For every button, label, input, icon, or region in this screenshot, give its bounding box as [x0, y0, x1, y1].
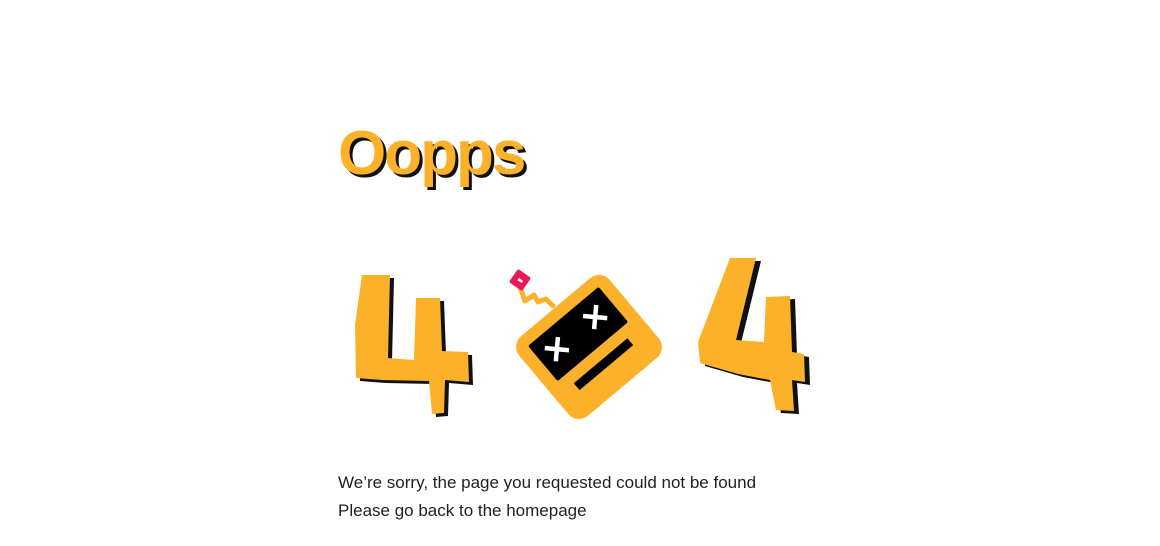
404-graphic	[355, 258, 810, 420]
error-message: We’re sorry, the page you requested coul…	[338, 469, 756, 525]
error-page: Oopps We’re sorry, the page you requeste…	[338, 0, 818, 546]
page-title: Oopps	[338, 119, 526, 188]
dead-robot-battery-icon	[509, 269, 662, 420]
digit-four-right	[698, 258, 810, 414]
404-illustration	[338, 250, 818, 445]
homepage-hint: Please go back to the homepage	[338, 501, 587, 520]
error-message-line: We’re sorry, the page you requested coul…	[338, 473, 757, 492]
digit-four-left	[355, 275, 473, 417]
